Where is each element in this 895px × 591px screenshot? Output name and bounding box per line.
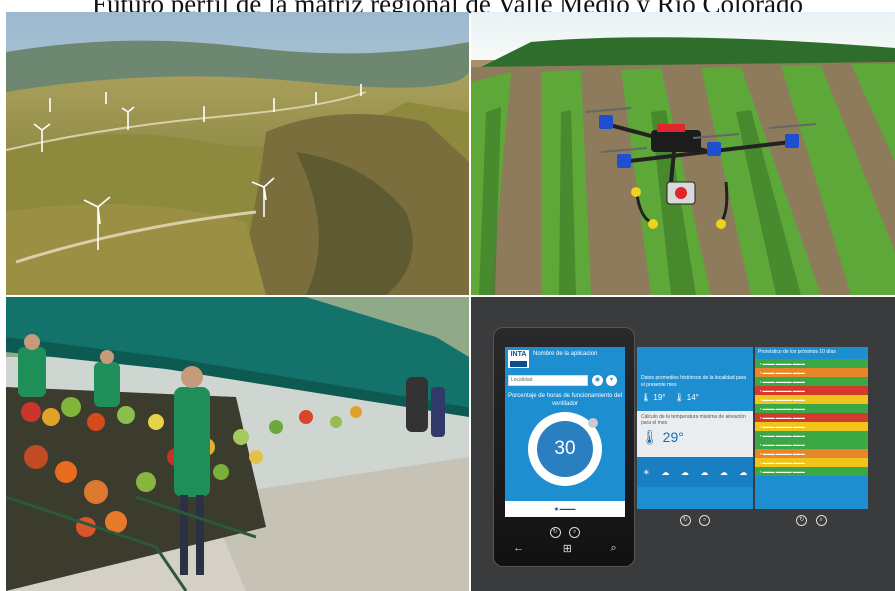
refresh-icon[interactable]: ↻ <box>679 515 691 526</box>
forecast-row[interactable]: ▪ ▬▬▬ ▬▬▬▬ ▬▬▬ <box>755 395 868 404</box>
ministry-seal-icon: ▣ ▬▬▬▬ <box>554 506 576 511</box>
phone-hardware-keys: ← ⊞ ⌕ <box>494 542 636 558</box>
calc-card: Cálculo de la temperatura máxima de aire… <box>637 411 753 457</box>
percent-card: Porcentaje de horas de funcionamiento de… <box>505 388 625 517</box>
cloud-icon: ☁ <box>680 467 689 477</box>
forecast-title: Pronóstico de los próximos 10 días <box>758 349 836 355</box>
phone-screen: INTA Nombre de la aplicacion Localidad ◉… <box>505 347 625 517</box>
forecast-row[interactable]: ▪ ▬▬▬ ▬▬▬▬ ▬▬▬ <box>755 377 868 386</box>
back-icon[interactable]: ← <box>513 542 524 558</box>
forecast-row[interactable]: ▪ ▬▬▬ ▬▬▬▬ ▬▬▬ <box>755 467 868 476</box>
phone-app-bar: ↻ ⌕ <box>494 520 636 538</box>
forecast-row[interactable]: ▪ ▬▬▬ ▬▬▬▬ ▬▬▬ <box>755 449 868 458</box>
cloud-icon: ☁ <box>739 467 748 477</box>
forecast-screen: Pronóstico de los próximos 10 días ▪ ▬▬▬… <box>755 347 868 526</box>
search-icon[interactable]: ⌕ <box>815 515 827 526</box>
locate-icon[interactable]: ◉ <box>592 375 603 386</box>
search-row: Localidad ◉ ▾ <box>505 374 625 388</box>
forecast-list: ▪ ▬▬▬ ▬▬▬▬ ▬▬▬ ▪ ▬▬▬ ▬▬▬▬ ▬▬▬ ▪ ▬▬▬ ▬▬▬▬ ▬… <box>755 359 868 476</box>
sun-icon: ☀ <box>642 467 650 477</box>
forecast-row[interactable]: ▪ ▬▬▬ ▬▬▬▬ ▬▬▬ <box>755 458 868 467</box>
search-key-icon[interactable]: ⌕ <box>611 542 617 558</box>
forecast-row[interactable]: ▪ ▬▬▬ ▬▬▬▬ ▬▬▬ <box>755 431 868 440</box>
thermometer-icon: 🌡 <box>674 393 685 402</box>
refresh-icon[interactable]: ↻ <box>796 515 808 526</box>
temp-b: 14° <box>686 393 699 402</box>
cloud-icon: ☁ <box>719 467 728 477</box>
search-input[interactable]: Localidad <box>508 375 588 386</box>
inta-logo: INTA <box>508 350 529 368</box>
percent-label: Porcentaje de horas de funcionamiento de… <box>507 393 623 407</box>
forecast-row[interactable]: ▪ ▬▬▬ ▬▬▬▬ ▬▬▬ <box>755 440 868 449</box>
search-icon[interactable]: ⌕ <box>699 515 711 526</box>
gauge-knob[interactable] <box>588 418 598 428</box>
forecast-row[interactable]: ▪ ▬▬▬ ▬▬▬▬ ▬▬▬ <box>755 404 868 413</box>
cloud-icon: ☁ <box>661 467 670 477</box>
data-screen: Datos promedios históricos de la localid… <box>637 347 753 526</box>
market-stall-photo <box>6 297 469 591</box>
logo-text: INTA <box>510 351 527 358</box>
app-header: INTA Nombre de la aplicacion <box>505 347 625 374</box>
forecast-row[interactable]: ▪ ▬▬▬ ▬▬▬▬ ▬▬▬ <box>755 413 868 422</box>
drone-field-photo <box>471 12 895 295</box>
percent-gauge: 30 <box>528 412 602 486</box>
calc-value: 29° <box>662 429 684 445</box>
forecast-row[interactable]: ▪ ▬▬▬ ▬▬▬▬ ▬▬▬ <box>755 386 868 395</box>
temp-a: 19° <box>653 393 666 402</box>
chevron-down-icon[interactable]: ▾ <box>606 375 617 386</box>
windows-icon[interactable]: ⊞ <box>563 542 572 558</box>
percent-value: 30 <box>537 421 593 477</box>
phone-device: INTA Nombre de la aplicacion Localidad ◉… <box>493 327 635 567</box>
temperature-row: 🌡 19° 🌡 14° <box>637 391 753 411</box>
data-app-bar: ↻ ⌕ <box>637 508 753 529</box>
weather-icons-row: ☀ ☁ ☁ ☁ ☁ ☁ <box>637 457 753 487</box>
refresh-icon[interactable]: ↻ <box>549 527 561 538</box>
forecast-row[interactable]: ▪ ▬▬▬ ▬▬▬▬ ▬▬▬ <box>755 422 868 431</box>
app-mockup-panel: INTA Nombre de la aplicacion Localidad ◉… <box>471 297 895 591</box>
thermometer-icon: 🌡 <box>641 393 652 402</box>
data-title: Datos promedios históricos de la localid… <box>641 375 747 388</box>
forecast-app-bar: ↻ ⌕ <box>755 508 868 529</box>
forecast-row[interactable]: ▪ ▬▬▬ ▬▬▬▬ ▬▬▬ <box>755 359 868 368</box>
app-name: Nombre de la aplicacion <box>533 351 598 357</box>
thermometer-icon: 🌡 <box>641 429 659 445</box>
footer-logo: ▣ ▬▬▬▬ <box>505 501 625 517</box>
forecast-row[interactable]: ▪ ▬▬▬ ▬▬▬▬ ▬▬▬ <box>755 368 868 377</box>
calc-label: Cálculo de la temperatura máxima de aire… <box>641 414 746 426</box>
search-icon[interactable]: ⌕ <box>569 527 581 538</box>
wind-farm-photo <box>6 12 469 295</box>
cloud-icon: ☁ <box>700 467 709 477</box>
